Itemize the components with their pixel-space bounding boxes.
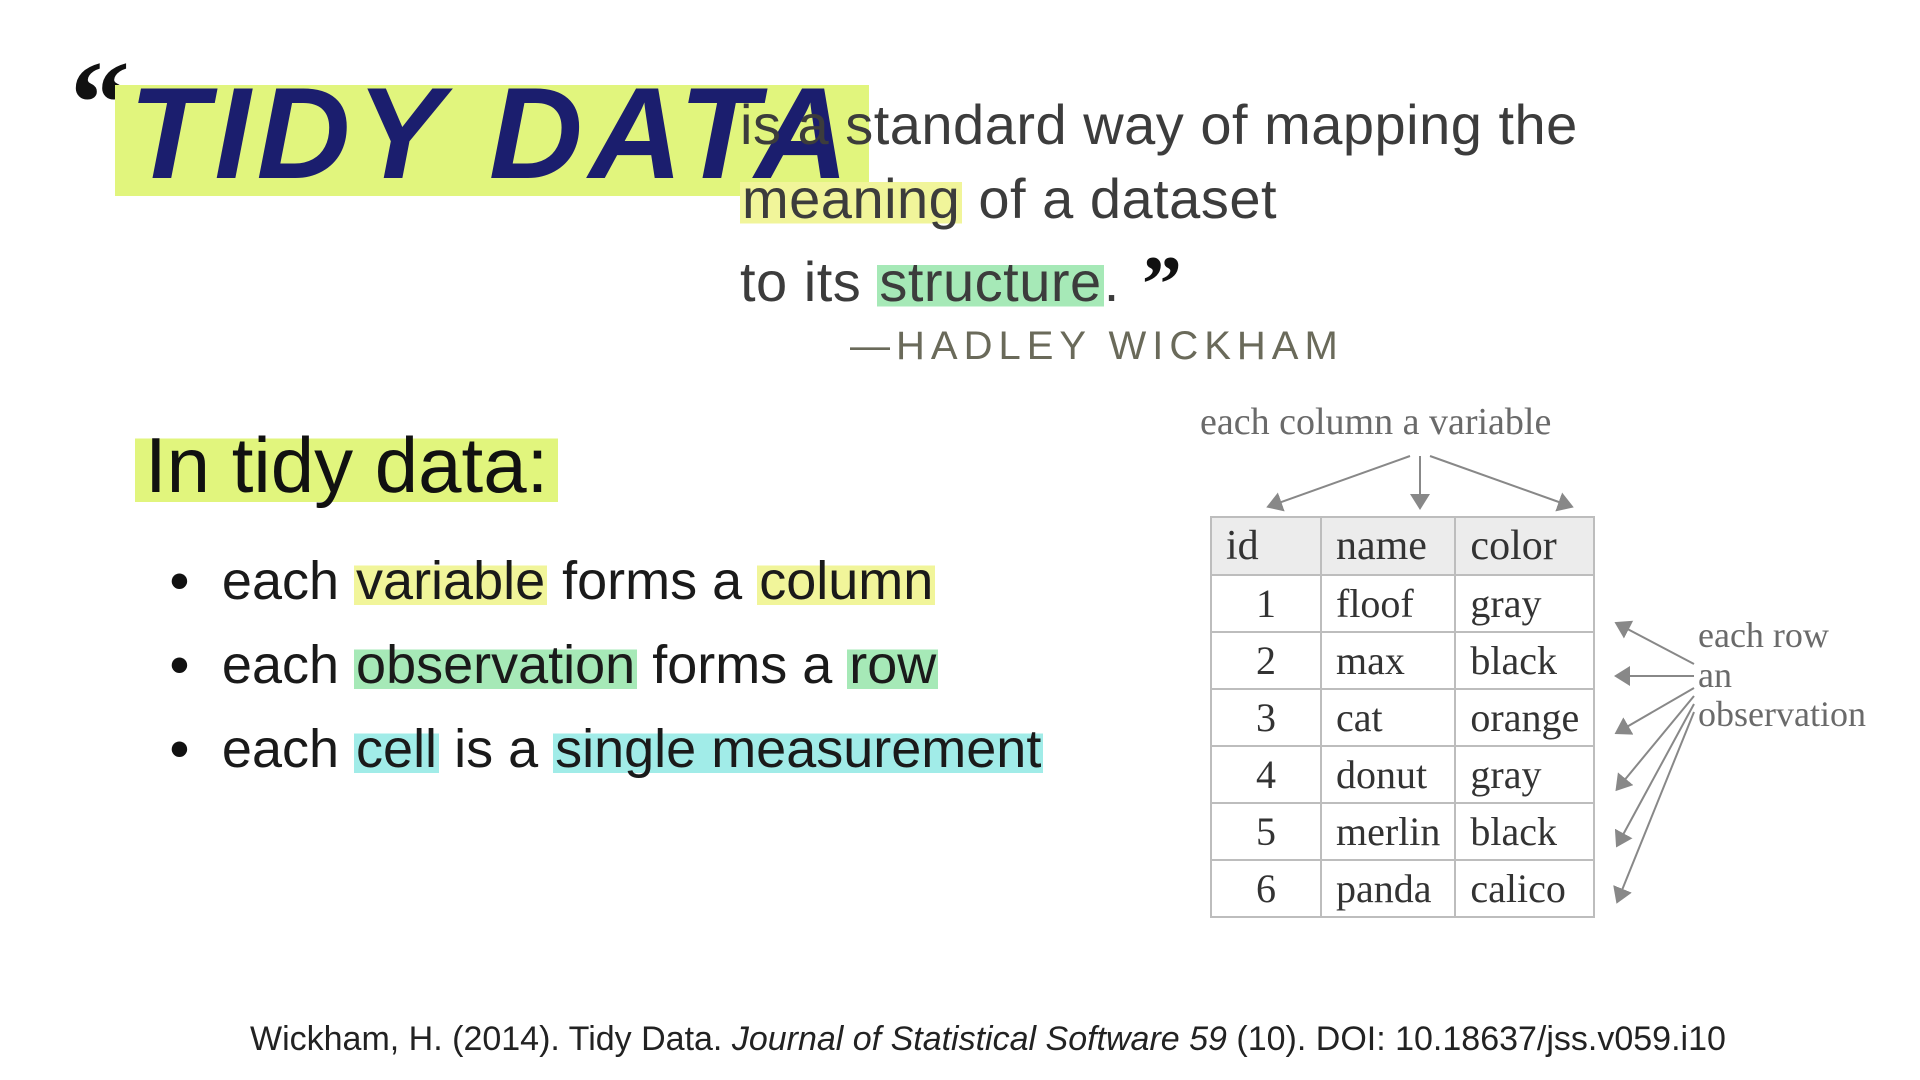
annotation-columns: each column a variable [1200, 400, 1551, 444]
definition-line-1: is a standard way of mapping the [740, 92, 1578, 157]
definition-line-2: meaning of a dataset [740, 166, 1277, 231]
highlight-cell: cell [354, 719, 439, 779]
tidy-rules-list: each variable forms a column each observ… [170, 550, 1043, 802]
th-id: id [1211, 517, 1321, 575]
table-row: 6pandacalico [1211, 860, 1594, 917]
citation-pre: Wickham, H. (2014). Tidy Data. [250, 1020, 732, 1058]
open-quote-icon: “ [70, 34, 110, 172]
close-quote-icon: ” [1142, 240, 1170, 331]
section-heading: In tidy data: [135, 420, 558, 511]
tidy-data-slide: “ TIDY DATA is a standard way of mapping… [0, 0, 1920, 1080]
definition-line-3c: . [1104, 250, 1120, 313]
th-name: name [1321, 517, 1455, 575]
highlight-column: column [757, 551, 935, 611]
definition-line-3a: to its [740, 250, 877, 313]
highlight-row: row [847, 635, 938, 695]
highlight-structure: structure [877, 250, 1103, 313]
citation-journal: Journal of Statistical Software 59 [732, 1020, 1227, 1058]
definition-line-2b: of a dataset [962, 167, 1277, 230]
th-color: color [1455, 517, 1594, 575]
highlight-single-measurement: single measurement [553, 719, 1043, 779]
citation-post: (10). DOI: 10.18637/jss.v059.i10 [1227, 1020, 1726, 1058]
table-row: 3catorange [1211, 689, 1594, 746]
annotation-rows: each row an observation [1698, 616, 1866, 735]
rule-observation-row: each observation forms a row [170, 634, 1043, 696]
column-arrows-icon [1210, 448, 1640, 518]
author-attribution: —HADLEY WICKHAM [850, 324, 1344, 369]
table-row: 4donutgray [1211, 746, 1594, 803]
table-row: 5merlinblack [1211, 803, 1594, 860]
definition-line-3: to its structure. ” [740, 240, 1170, 331]
row-arrows-icon [1612, 604, 1702, 924]
table-row: 1floofgray [1211, 575, 1594, 632]
example-table: id name color 1floofgray 2maxblack 3cato… [1210, 516, 1595, 918]
rule-variable-column: each variable forms a column [170, 550, 1043, 612]
highlight-observation: observation [354, 635, 637, 695]
table-row: 2maxblack [1211, 632, 1594, 689]
highlight-meaning: meaning [740, 167, 962, 230]
table-header-row: id name color [1211, 517, 1594, 575]
highlight-variable: variable [354, 551, 547, 611]
section-heading-text: In tidy data: [135, 421, 558, 509]
citation: Wickham, H. (2014). Tidy Data. Journal o… [250, 1020, 1726, 1059]
rule-cell-measurement: each cell is a single measurement [170, 718, 1043, 780]
